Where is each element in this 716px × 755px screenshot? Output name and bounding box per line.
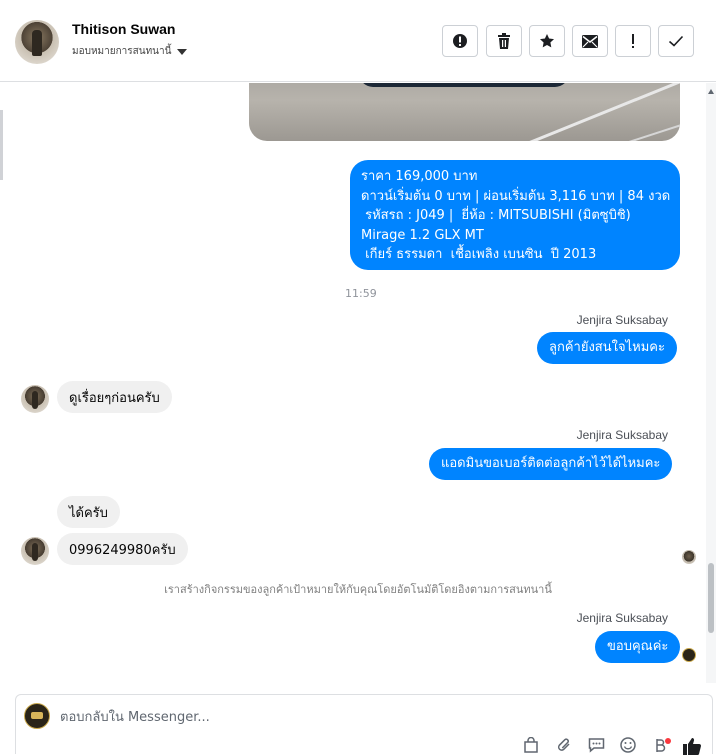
sender-name: Jenjira Suksabay <box>576 611 668 625</box>
contact-avatar-small[interactable] <box>21 385 49 413</box>
trash-icon <box>498 33 510 49</box>
scroll-up-arrow-icon[interactable] <box>708 89 714 94</box>
listing-model: Mirage 1.2 GLX MT <box>361 227 484 243</box>
car-listing-message[interactable]: ราคา 169,000 บาท ดาวน์เริ่มต้น 0 บาท | ผ… <box>350 160 680 270</box>
system-note: เราสร้างกิจกรรมของลูกค้าเป้าหมายให้กับคุ… <box>164 583 552 596</box>
contact-avatar-small[interactable] <box>21 537 49 565</box>
important-button[interactable] <box>615 25 651 57</box>
incoming-message[interactable]: ได้ครับ <box>57 496 120 528</box>
checkmark-icon <box>668 35 684 47</box>
seen-receipt-avatar <box>682 550 696 564</box>
sender-name: Jenjira Suksabay <box>576 313 668 327</box>
mark-unread-button[interactable] <box>572 25 608 57</box>
star-button[interactable] <box>529 25 565 57</box>
like-icon[interactable] <box>682 737 702 755</box>
page-avatar-receipt <box>682 648 696 662</box>
report-button[interactable] <box>442 25 478 57</box>
saved-replies-icon[interactable] <box>586 737 606 755</box>
alert-circle-icon <box>453 34 467 48</box>
car-photo-attachment[interactable] <box>249 83 680 141</box>
sender-name: Jenjira Suksabay <box>576 428 668 442</box>
assign-label: มอบหมายการสนทนานี้ <box>72 46 172 57</box>
delete-button[interactable] <box>486 25 522 57</box>
reply-composer <box>15 694 713 755</box>
exclamation-icon <box>632 34 634 48</box>
conversation-header: Thitison Suwan มอบหมายการสนทนานี้ <box>0 0 716 82</box>
page-avatar <box>24 703 50 729</box>
attachment-icon[interactable] <box>554 737 574 755</box>
mail-icon <box>582 34 598 48</box>
bag-icon[interactable] <box>521 737 541 755</box>
scroll-thumb[interactable] <box>708 563 714 633</box>
contact-name[interactable]: Thitison Suwan <box>72 21 175 37</box>
contact-avatar[interactable] <box>15 20 59 64</box>
caret-down-icon <box>177 48 188 55</box>
listing-specs: เกียร์ ธรรมดา เชื้อเพลิง เบนซิน ปี 2013 <box>361 247 597 262</box>
assign-conversation-dropdown[interactable]: มอบหมายการสนทนานี้ <box>72 44 188 59</box>
incoming-message[interactable]: 0996249980ครับ <box>57 533 188 565</box>
timestamp: 11:59 <box>345 287 377 300</box>
notification-dot <box>665 738 671 744</box>
listing-price: ราคา 169,000 บาท <box>361 169 478 184</box>
emoji-icon[interactable] <box>618 737 638 755</box>
message-thread[interactable]: ราคา 169,000 บาท ดาวน์เริ่มต้น 0 บาท | ผ… <box>0 83 706 683</box>
outgoing-message[interactable]: แอดมินขอเบอร์ติดต่อลูกค้าไว้ได้ไหมคะ <box>429 448 673 480</box>
mark-done-button[interactable] <box>658 25 694 57</box>
listing-code-brand: รหัสรถ : J049 | ยี่ห้อ : MITSUBISHI (มิต… <box>361 208 631 223</box>
chat-scrollbar[interactable] <box>706 83 716 683</box>
star-icon <box>540 34 554 48</box>
listing-financing: ดาวน์เริ่มต้น 0 บาท | ผ่อนเริ่มต้น 3,116… <box>361 188 671 204</box>
outgoing-message[interactable]: ขอบคุณค่ะ <box>595 631 681 663</box>
outgoing-message[interactable]: ลูกค้ายังสนใจไหมคะ <box>537 332 677 364</box>
reply-input[interactable] <box>60 705 560 729</box>
incoming-message[interactable]: ดูเรื่อยๆก่อนครับ <box>57 381 172 413</box>
